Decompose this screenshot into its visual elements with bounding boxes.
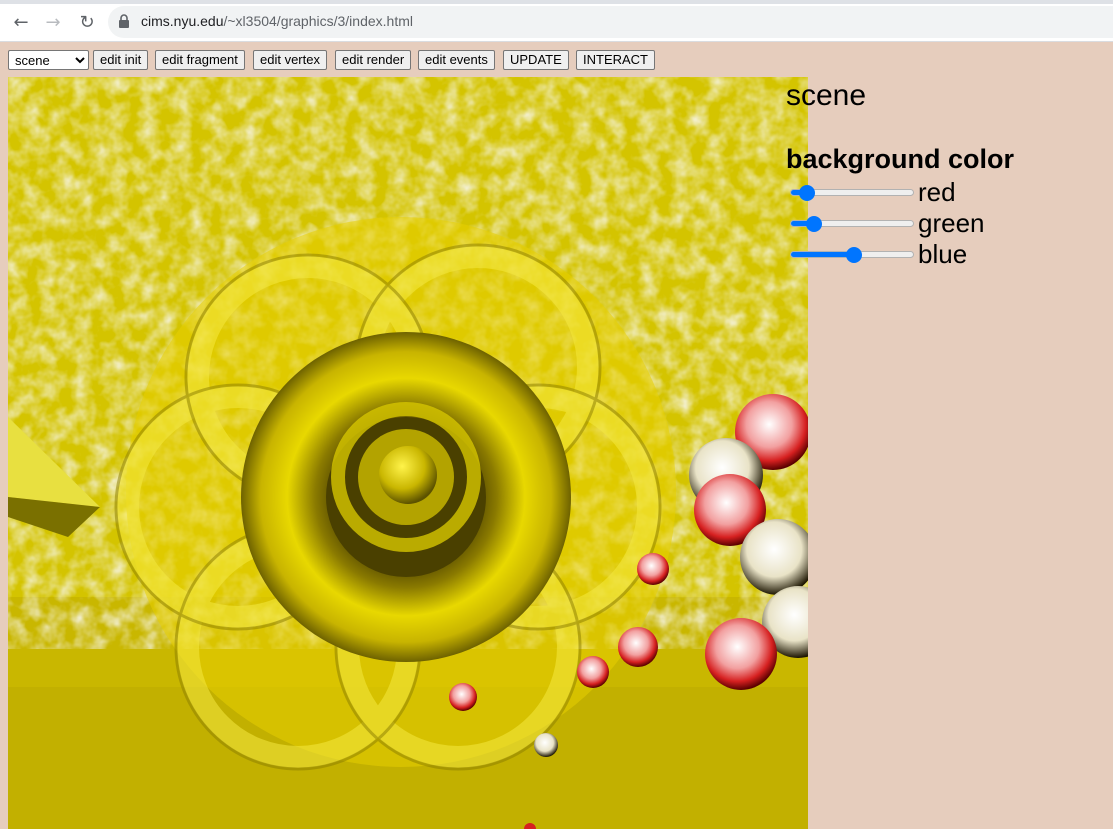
slider-blue-row: blue	[786, 239, 1106, 269]
sphere-small-5	[449, 683, 477, 711]
slider-red-thumb[interactable]	[798, 185, 815, 201]
browser-toolbar: ← → ↻ cims.nyu.edu/~xl3504/graphics/3/in…	[0, 0, 1113, 42]
webgl-canvas[interactable]	[8, 77, 808, 829]
tab-strip-edge	[0, 0, 1113, 4]
edit-init-button[interactable]: edit init	[93, 50, 149, 70]
url-text[interactable]: cims.nyu.edu/~xl3504/graphics/3/index.ht…	[141, 13, 413, 29]
edit-events-button[interactable]: edit events	[418, 50, 495, 70]
sphere-small-3	[577, 656, 609, 688]
scene-render	[8, 77, 808, 829]
sphere-red-6	[705, 618, 777, 690]
edit-render-button[interactable]: edit render	[335, 50, 412, 70]
slider-green-thumb[interactable]	[806, 216, 823, 232]
sphere-small-2	[618, 627, 658, 667]
reload-icon[interactable]: ↻	[75, 10, 99, 34]
sphere-small-1	[637, 553, 669, 585]
panel-title: scene	[786, 79, 867, 112]
center-ball	[379, 446, 437, 504]
edit-vertex-button[interactable]: edit vertex	[253, 50, 327, 70]
panel-heading: background color	[786, 144, 1015, 174]
back-arrow-icon[interactable]: ←	[9, 10, 33, 34]
update-button[interactable]: UPDATE	[503, 50, 569, 70]
sphere-small-4	[534, 733, 558, 757]
slider-blue-label: blue	[918, 239, 968, 269]
slider-red-row: red	[786, 177, 1106, 207]
slider-red-label: red	[918, 177, 956, 207]
url-path: /~xl3504/graphics/3/index.html	[223, 13, 413, 29]
forward-arrow-icon[interactable]: →	[41, 10, 65, 34]
slider-blue-thumb[interactable]	[846, 247, 863, 263]
slider-green-row: green	[786, 208, 1106, 238]
slider-green-label: green	[918, 208, 985, 238]
scene-select[interactable]: scene	[8, 50, 89, 70]
url-host: cims.nyu.edu	[141, 13, 224, 29]
interact-button[interactable]: INTERACT	[576, 50, 655, 70]
edit-fragment-button[interactable]: edit fragment	[155, 50, 245, 70]
lock-icon	[119, 14, 129, 28]
